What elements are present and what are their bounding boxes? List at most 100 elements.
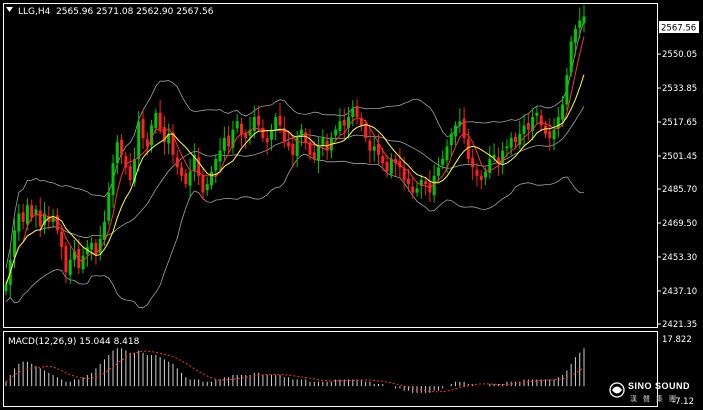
candle-body (141, 118, 145, 139)
candle-body (471, 157, 475, 168)
candle-body (522, 125, 526, 134)
candle-body (180, 167, 184, 176)
price-tick-label: 2517.65 (662, 118, 697, 128)
chart-window[interactable]: 2550.05 2533.85 2517.65 2501.45 2485.70 2469.… (0, 0, 703, 410)
price-axis: 2550.05 2533.85 2517.65 2501.45 2485.70 2469.… (657, 50, 697, 330)
middle-band (5, 106, 585, 286)
symbol-label: LLG,H4 (18, 7, 51, 17)
price-tick-label: 2550.05 (662, 50, 697, 60)
candle-body (90, 242, 94, 250)
candle-body (278, 115, 282, 126)
price-tick-label: 2469.50 (662, 219, 697, 229)
candle-body (158, 112, 162, 130)
candle-body (415, 188, 419, 193)
candle-body (239, 123, 243, 134)
candle-body (548, 131, 552, 139)
candle-body (4, 284, 8, 292)
candle-body (244, 133, 248, 139)
candle-body (120, 139, 124, 155)
price-chart[interactable]: 2550.05 2533.85 2517.65 2501.45 2485.70 2469.… (0, 0, 703, 410)
candle-body (184, 173, 188, 185)
candle-body (406, 178, 410, 185)
candle-body (436, 167, 440, 176)
bollinger-bands (5, 20, 585, 309)
candle-body (569, 41, 573, 73)
lower-band (5, 153, 585, 309)
candle-body (509, 138, 513, 148)
candle-body (175, 157, 179, 168)
slow-moving-average (5, 74, 585, 286)
candle-body (355, 106, 359, 118)
candle-body (235, 121, 239, 129)
macd-signal (5, 350, 585, 393)
candle-body (441, 159, 445, 165)
candle-body (578, 20, 582, 28)
logo-main-text: SINO SOUND (628, 381, 690, 391)
candle-body (287, 142, 291, 147)
candle-body (107, 192, 111, 221)
candle-body (449, 133, 453, 146)
candle-body (385, 161, 389, 172)
candle-body (582, 16, 586, 24)
candle-body (526, 122, 530, 130)
candle-body (205, 184, 209, 191)
macd-top-tick: 17.822 (662, 335, 692, 345)
candle-body (30, 205, 34, 218)
candle-body (321, 138, 325, 146)
candle-body (424, 181, 428, 185)
candle-body (479, 175, 483, 181)
candle-body (265, 138, 269, 143)
candle-body (334, 129, 338, 136)
candle-body (539, 115, 543, 126)
candle-body (342, 120, 346, 126)
candle-body (214, 159, 218, 171)
candle-body (312, 152, 316, 160)
candle-body (38, 210, 42, 227)
ohlc-readout: 2565.96 2571.08 2562.90 2567.56 (56, 7, 214, 17)
candle-body (505, 146, 509, 149)
candle-body (257, 115, 261, 126)
sino-sound-logo-icon: SINO SOUND 漢聲集團 (609, 381, 690, 403)
logo-sub-text: 漢聲集團 (630, 394, 682, 403)
candle-body (535, 112, 539, 116)
candle-body (372, 146, 376, 151)
candle-body (513, 136, 517, 143)
candle-body (218, 150, 222, 162)
candle-body (210, 171, 214, 186)
candle-body (154, 112, 158, 128)
triangle-down-icon[interactable] (6, 7, 13, 12)
candle-body (269, 129, 273, 140)
candle-body (338, 121, 342, 131)
candle-body (556, 117, 560, 129)
candle-body (227, 135, 231, 147)
candle-body (462, 118, 466, 139)
upper-band (5, 20, 585, 269)
candle-body (561, 104, 565, 120)
candle-body (68, 259, 72, 275)
candle-body (128, 166, 132, 181)
candle-body (552, 129, 556, 140)
candle-body (351, 108, 355, 118)
candle-body (543, 125, 547, 134)
price-tick-label: 2453.30 (662, 253, 697, 263)
candle-body (368, 140, 372, 151)
candle-body (389, 159, 393, 175)
candle-body (364, 124, 368, 139)
candle-body (111, 163, 115, 196)
candle-body (60, 231, 64, 248)
candle-body (115, 142, 119, 164)
macd-signal-line (5, 350, 585, 393)
candle-body (565, 75, 569, 105)
candle-body (188, 171, 192, 186)
candle-body (573, 28, 577, 43)
candle-body (201, 175, 205, 193)
candle-body (102, 221, 106, 240)
candle-body (137, 121, 141, 160)
candle-body (81, 255, 85, 270)
macd-histogram (5, 348, 585, 393)
price-tick-label: 2421.35 (662, 320, 697, 330)
price-tick-label: 2501.45 (662, 152, 697, 162)
candle-body (475, 169, 479, 176)
candle-body (64, 245, 68, 273)
current-price-label: 2567.56 (661, 24, 696, 34)
